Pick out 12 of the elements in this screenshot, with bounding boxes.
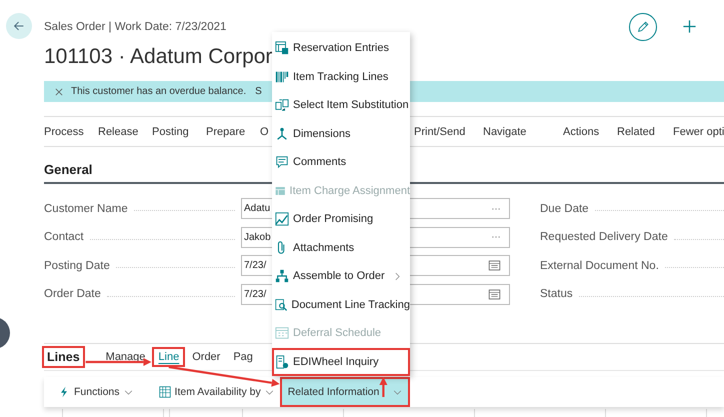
banner-message: This customer has an overdue balance.: [71, 86, 246, 97]
field-label: External Document No.: [540, 260, 659, 272]
field-label: Contact: [44, 231, 84, 244]
field-label: Due Date: [540, 202, 589, 215]
field-label: Posting Date: [44, 260, 110, 272]
section-heading: Lines: [44, 348, 83, 366]
field-label: Requested Delivery Date: [540, 231, 668, 244]
field-label: Customer Name: [44, 202, 128, 215]
field-label: Order Date: [44, 288, 101, 300]
breadcrumb: Sales Order | Work Date: 7/23/2021: [44, 21, 226, 33]
field-label: Status: [540, 288, 573, 300]
page-title: 101103 · Adatum Corpor: [44, 45, 272, 69]
